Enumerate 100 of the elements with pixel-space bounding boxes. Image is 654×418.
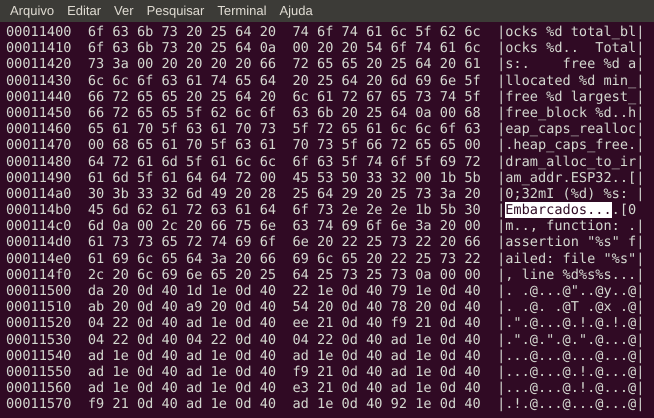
ascii-text: |...@...@...@...@| [497,348,644,364]
hex-bytes: 66 72 65 65 5f 62 6c 6f [88,104,276,122]
hex-bytes: 25 64 29 20 25 73 3a 20 [292,186,481,202]
hex-bytes: 45 53 50 33 32 00 1b 5b [292,170,481,186]
ascii-text: |. .@...@"..@y..@| [497,283,644,300]
offset-text: 000114c0 [6,218,72,234]
hex-bytes: ad 1e 0d 40 ad 1e 0d 40 [88,364,276,380]
hex-bytes: 30 3b 33 32 6d 49 20 28 [88,186,276,202]
offset-text: 000114b0 [6,202,72,218]
ascii-text: |ocks %d total_bl| [497,24,644,40]
menu-item[interactable]: Ajuda [280,1,313,21]
menu-item[interactable]: Pesquisar [146,1,204,21]
hex-bytes: 2c 20 6c 69 6e 65 20 25 [88,266,276,283]
offset-text: 000114d0 [6,234,72,251]
hex-bytes: 63 6b 20 25 64 0a 00 68 [292,104,481,122]
hex-bytes: 04 22 0d 40 04 22 0d 40 [88,332,276,348]
hex-bytes: 61 6d 5f 61 64 64 72 00 [88,170,276,186]
offset-text: 000114f0 [6,266,72,283]
hex-bytes: 45 6d 62 61 72 63 61 64 [88,202,276,218]
ascii-text: |m.., function: .| [497,218,644,234]
hex-bytes: 6f 63 6b 73 20 25 64 20 [88,24,276,40]
hex-bytes: 54 20 0d 40 78 20 0d 40 [292,299,481,316]
hex-bytes: 61 69 6c 65 64 3a 20 66 [88,250,276,267]
ascii-text: |free_block %d..h| [497,104,644,122]
offset-text: 00011480 [6,154,72,170]
offset-text: 00011500 [6,283,72,300]
ascii-text: |s:. free %d a| [497,56,644,73]
menu-item[interactable]: Arquivo [10,1,54,21]
hex-bytes: ad 1e 0d 40 ad 1e 0d 40 [292,348,481,364]
hex-bytes: 65 61 70 5f 63 61 70 73 [88,121,276,138]
hex-bytes: ee 21 0d 40 f9 21 0d 40 [292,315,481,332]
ascii-text: .[0 [612,202,636,218]
hex-bytes: ad 1e 0d 40 ad 1e 0d 40 [88,348,276,364]
menu-item[interactable]: Ver [114,1,134,21]
hex-bytes: 6f 63 6b 73 20 25 64 0a [88,40,276,56]
ascii-text: |.heap_caps_free.| [497,137,644,154]
offset-text: 00011460 [6,121,72,138]
hex-bytes: ad 1e 0d 40 ad 1e 0d 40 [88,380,276,396]
hex-bytes: 64 72 61 6d 5f 61 6c 6c [88,154,276,170]
offset-text: 00011520 [6,315,72,332]
hex-bytes: 00 68 65 61 70 5f 63 61 [88,137,276,154]
hex-bytes: 72 65 65 20 25 64 20 61 [292,56,481,73]
ascii-text: |0;32mI (%d) %s: | [497,186,644,202]
hex-bytes: e3 21 0d 40 ad 1e 0d 40 [292,380,481,396]
ascii-text: |.".@.".@.".@...@| [497,332,644,348]
offset-text: 00011570 [6,396,72,412]
hex-bytes: ab 20 0d 40 a9 20 0d 40 [88,299,276,316]
ascii-text: |eap_caps_realloc| [497,121,644,138]
hex-bytes: 74 6f 74 61 6c 5f 62 6c [292,24,481,40]
hex-bytes: 5f 72 65 61 6c 6c 6f 63 [292,121,481,138]
hex-bytes: 61 73 73 65 72 74 69 6f [88,234,276,251]
offset-text: 00011470 [6,137,72,154]
offset-text: 00011410 [6,40,72,56]
ascii-text: |.!.@...@...@...@| [497,396,644,412]
hex-bytes: 20 25 64 20 6d 69 6e 5f [292,72,481,89]
menu-item[interactable]: Terminal [217,1,266,21]
menu-item[interactable]: Editar [67,1,102,21]
offset-text: 00011490 [6,170,72,186]
offset-text: 00011440 [6,88,72,105]
offset-text: 00011540 [6,348,72,364]
hex-bytes: 04 22 0d 40 ad 1e 0d 40 [88,315,276,332]
hex-bytes: 04 22 0d 40 ad 1e 0d 40 [292,332,481,348]
hex-bytes: ad 1e 0d 40 92 1e 0d 40 [292,396,481,412]
ascii-text: | [497,202,506,218]
hex-bytes: 6f 63 5f 74 6f 5f 69 72 [292,154,481,170]
ascii-text: |, line %d%s%s...| [497,266,644,283]
offset-text: 00011550 [6,364,72,380]
hex-bytes: 64 25 73 25 73 0a 00 00 [292,266,481,283]
hex-bytes: 00 20 20 54 6f 74 61 6c [292,40,481,56]
hex-bytes: 6c 6c 6f 63 61 74 65 64 [88,72,276,89]
ascii-text: |assertion "%s" f| [497,234,644,251]
ascii-text: |free %d largest_| [497,88,644,105]
hex-bytes: 6c 61 72 67 65 73 74 5f [292,88,481,105]
offset-text: 00011420 [6,56,72,73]
offset-text: 000114e0 [6,250,72,267]
ascii-text: |...@...@.!.@...@| [497,380,644,396]
offset-text: 00011430 [6,72,72,89]
ascii-text: |...@...@.!.@...@| [497,364,644,380]
ascii-text: |llocated %d min_| [497,72,644,89]
offset-text: 00011530 [6,332,72,348]
ascii-text: |ocks %d.. Total| [497,40,644,56]
hex-bytes: 73 3a 00 20 20 20 20 66 [88,56,276,73]
hex-bytes: 6e 20 22 25 73 22 20 66 [292,234,481,251]
ascii-text: |am_addr.ESP32..[| [497,170,644,186]
hex-bytes: 6d 0a 00 2c 20 66 75 6e [88,218,276,234]
ascii-text: |dram_alloc_to_ir| [497,154,644,170]
offset-text: 000114a0 [6,186,72,202]
hex-bytes: f9 21 0d 40 ad 1e 0d 40 [292,364,481,380]
ascii-text: |ailed: file "%s"| [497,250,644,267]
hex-bytes: 66 72 65 65 20 25 64 20 [88,88,276,105]
selected-text: Embarcados... [505,202,612,218]
hex-bytes: 69 6c 65 20 22 25 73 22 [292,250,481,267]
hex-bytes: 63 74 69 6f 6e 3a 20 00 [292,218,481,234]
hex-bytes: 6f 73 2e 2e 2e 1b 5b 30 [292,202,481,218]
offset-text: 00011400 [6,24,72,40]
offset-text: 00011560 [6,380,72,396]
hex-bytes: da 20 0d 40 1d 1e 0d 40 [88,283,276,300]
offset-text: 00011450 [6,104,72,122]
ascii-text: |.".@...@.!.@.!.@| [497,315,644,332]
ascii-text: |. .@. .@T .@x .@| [497,299,644,316]
